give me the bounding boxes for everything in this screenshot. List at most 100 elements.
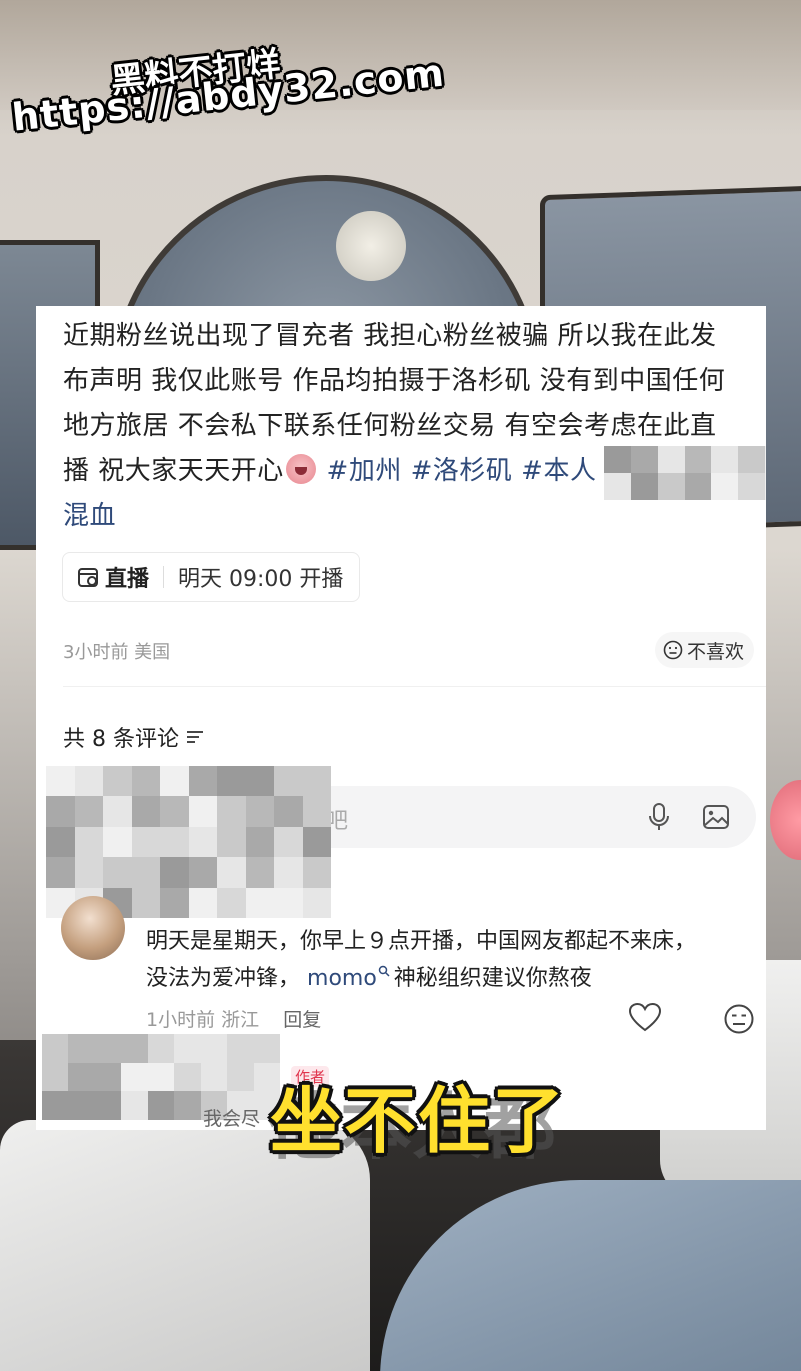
mosaic-cell <box>74 766 103 797</box>
mosaic-cell <box>217 766 246 797</box>
mosaic-cell <box>245 826 274 858</box>
image-icon[interactable] <box>702 803 730 831</box>
mosaic-cell <box>657 473 685 500</box>
mosaic-cell <box>302 857 331 888</box>
post-line-3: 地方旅居 不会私下联系任何粉丝交易 有空会考虑在此直 <box>63 411 717 441</box>
heart-icon[interactable] <box>628 1002 662 1034</box>
mosaic-cell <box>274 766 303 797</box>
live-schedule: 明天 09:00 开播 <box>178 567 344 592</box>
mosaic-cell <box>245 766 274 797</box>
comment-text-part3: 神秘组织建议你熬夜 <box>393 966 592 991</box>
mosaic-cell <box>684 473 712 500</box>
reply-button[interactable]: 回复 <box>283 1009 321 1031</box>
mosaic-cell <box>147 1034 175 1063</box>
mosaic-cell <box>131 887 160 918</box>
mosaic-cell <box>200 1062 228 1092</box>
mosaic-cell <box>131 826 160 858</box>
mosaic-cell <box>42 1034 69 1063</box>
mosaic-cell <box>200 1034 228 1063</box>
mosaic-cell <box>147 1062 175 1092</box>
mosaic-cell <box>147 1091 175 1120</box>
post-screenshot-card: 近期粉丝说出现了冒充者 我担心粉丝被骗 所以我在此发 布声明 我仅此账号 作品均… <box>36 306 766 1130</box>
mosaic-cell <box>738 446 766 473</box>
comment-line-2: 没法为爱冲锋， momo 神秘组织建议你熬夜 <box>146 960 756 997</box>
hashtag-benren[interactable]: #本人 <box>521 456 596 486</box>
mosaic-cell <box>765 446 766 473</box>
avatar[interactable] <box>61 896 125 960</box>
mosaic-cell <box>103 857 132 888</box>
mosaic-cell <box>227 1062 254 1092</box>
mosaic-cell <box>274 826 303 858</box>
reply-preview: 我会尽 <box>203 1108 261 1130</box>
video-caption: 坐不住了 <box>270 1079 567 1163</box>
post-line-1: 近期粉丝说出现了冒充者 我担心粉丝被骗 所以我在此发 <box>63 321 717 351</box>
mosaic-cell <box>217 796 246 827</box>
chip-divider <box>163 566 165 588</box>
sort-lines-icon <box>186 731 203 743</box>
mosaic-cell <box>245 857 274 888</box>
mosaic-cell <box>657 446 685 473</box>
mosaic-cell <box>160 796 189 827</box>
mosaic-cell <box>121 1062 148 1092</box>
comment-count-label: 共 8 条评论 <box>63 727 179 752</box>
plush-toy <box>770 780 801 860</box>
mosaic-cell <box>103 796 132 827</box>
dislike-label: 不喜欢 <box>686 640 744 663</box>
mosaic-cell <box>302 887 331 918</box>
mosaic-cell <box>684 446 712 473</box>
mosaic-cell <box>121 1034 148 1063</box>
mosaic-cell <box>217 826 246 858</box>
mosaic-cell <box>274 857 303 888</box>
mosaic-cell <box>46 826 75 858</box>
mosaic-cell <box>227 1034 254 1063</box>
pig-face-emoji-icon <box>285 454 316 484</box>
mention-momo[interactable]: momo <box>307 966 377 991</box>
mosaic-cell <box>42 1062 69 1092</box>
mosaic-cell <box>630 446 658 473</box>
comment-meta: 1小时前 浙江 回复 <box>146 1005 321 1032</box>
mosaic-cell <box>131 857 160 888</box>
post-line-2: 布声明 我仅此账号 作品均拍摄于洛杉矶 没有到中国任何 <box>63 366 726 396</box>
dislike-button[interactable]: 不喜欢 <box>654 632 754 668</box>
mosaic-cell <box>160 857 189 888</box>
mosaic-cell <box>217 887 246 918</box>
mosaic-cell <box>74 796 103 827</box>
microphone-icon[interactable] <box>646 802 672 832</box>
post-time-location: 3小时前 美国 <box>63 642 171 663</box>
mosaic-cell <box>302 766 331 797</box>
mosaic-cell <box>245 887 274 918</box>
comment-count[interactable]: 共 8 条评论 <box>63 721 205 753</box>
mosaic-cell <box>94 1091 122 1120</box>
mosaic-cell <box>131 766 160 797</box>
mosaic-cell <box>274 796 303 827</box>
calendar-live-icon <box>78 568 98 587</box>
moon-illustration <box>336 211 406 281</box>
neutral-face-icon[interactable] <box>723 1003 755 1035</box>
mosaic-cell <box>711 473 739 500</box>
mosaic-cell <box>74 826 103 858</box>
live-schedule-chip[interactable]: 直播 明天 09:00 开播 <box>62 552 361 602</box>
comment-input[interactable]: 吧 <box>266 786 756 848</box>
hashtag-jiazhou[interactable]: #加州 <box>327 456 402 486</box>
mosaic-cell <box>94 1034 122 1063</box>
mosaic-cell <box>68 1062 95 1092</box>
mosaic-cell <box>42 1091 69 1120</box>
hashtag-hunxue[interactable]: 混血 <box>63 494 763 539</box>
mosaic-cell <box>74 857 103 888</box>
mosaic-cell <box>302 826 331 858</box>
post-body: 近期粉丝说出现了冒充者 我担心粉丝被骗 所以我在此发 布声明 我仅此账号 作品均… <box>63 314 763 539</box>
mosaic-cell <box>121 1091 148 1120</box>
mosaic-cell <box>630 473 658 500</box>
mosaic-cell <box>188 857 217 888</box>
comment-text: 明天是星期天，你早上９点开播，中国网友都起不来床， 没法为爱冲锋， momo 神秘… <box>146 923 756 997</box>
mosaic-cell <box>46 766 75 797</box>
mosaic-cell <box>68 1034 95 1063</box>
mosaic-cell <box>217 857 246 888</box>
mosaic-cell <box>253 1034 280 1063</box>
mosaic-cell <box>711 446 739 473</box>
mosaic-cell <box>274 887 303 918</box>
mosaic-cell <box>46 796 75 827</box>
mosaic-cell <box>188 766 217 797</box>
censor-mosaic <box>604 446 766 500</box>
hashtag-losangeles[interactable]: #洛杉矶 <box>411 456 513 486</box>
